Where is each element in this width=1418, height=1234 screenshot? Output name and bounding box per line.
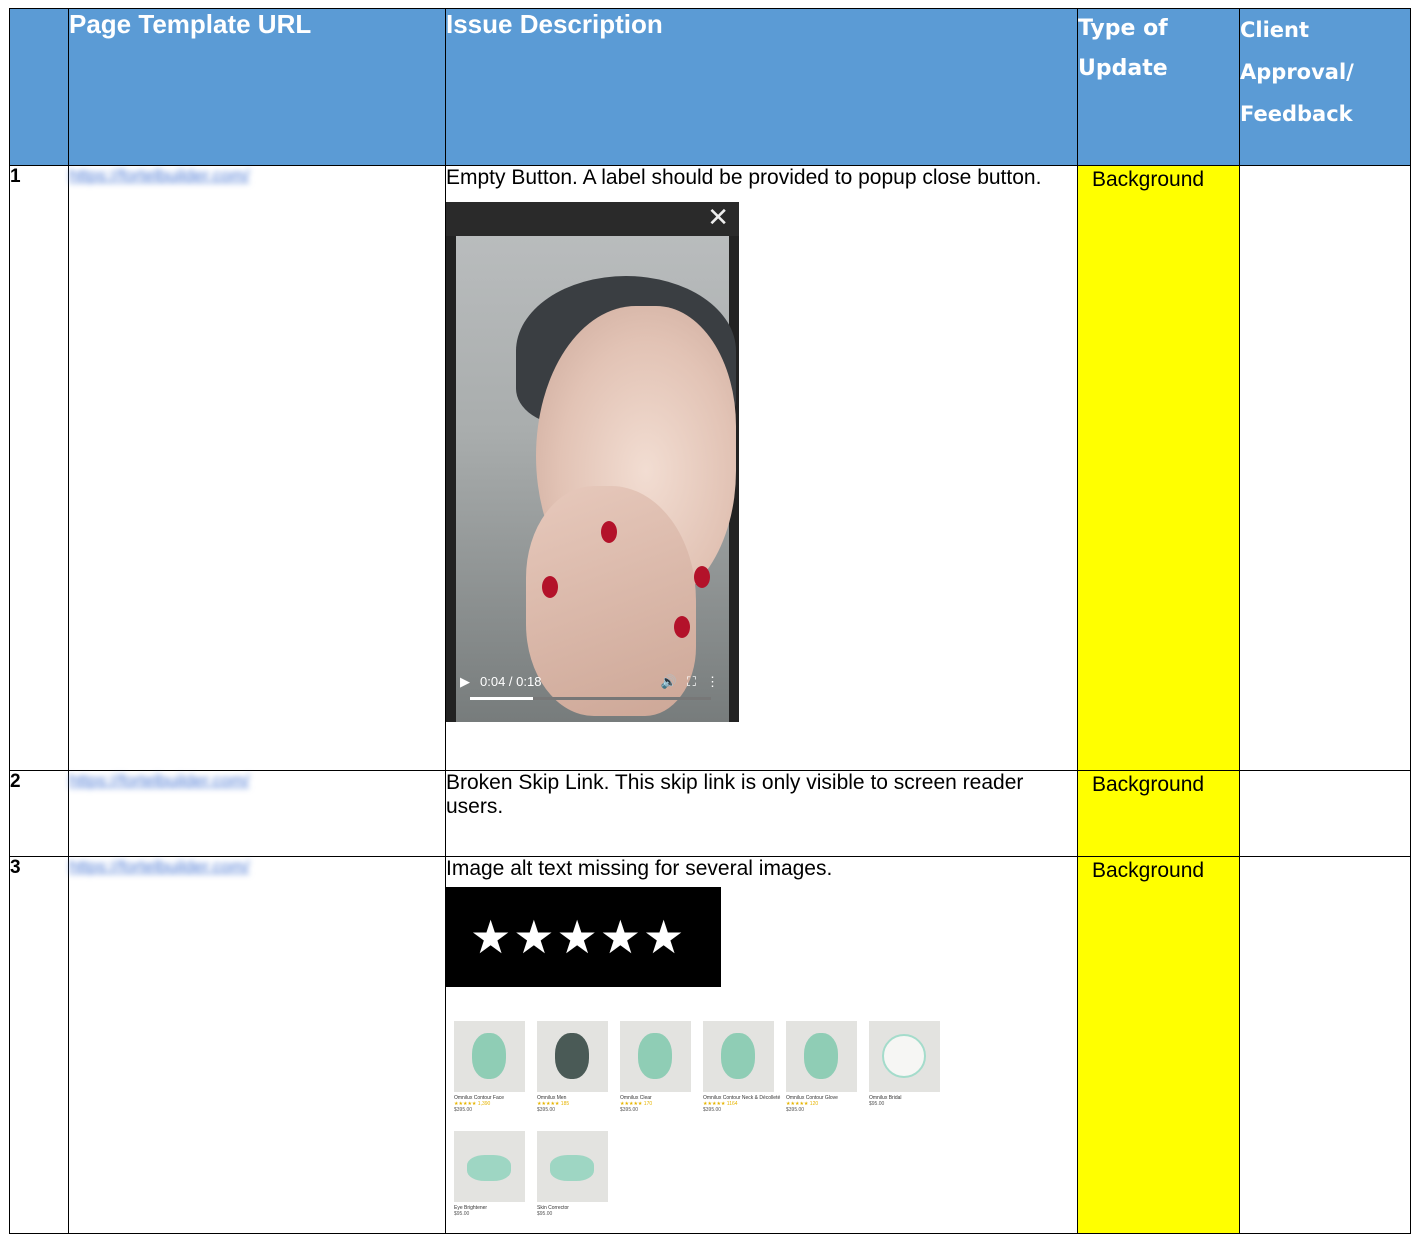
product-thumbnail-shape — [804, 1033, 838, 1079]
issue-description: Empty Button. A label should be provided… — [446, 166, 1042, 189]
header-type-line-1: Type of — [1078, 16, 1168, 41]
nail-shape — [674, 616, 690, 638]
product-price: $395.00 — [703, 1107, 722, 1113]
video-progress-bar[interactable] — [470, 697, 711, 700]
row-url-cell: https://fortelbuilder.com/ — [68, 770, 446, 857]
nail-shape — [542, 576, 558, 598]
table-row: 2 https://fortelbuilder.com/ Broken Skip… — [9, 770, 1411, 857]
header-issue-description: Issue Description — [445, 8, 1078, 166]
popup-top-bar — [446, 202, 739, 236]
product-price: $395.00 — [454, 1107, 473, 1113]
product-thumbnail-shape — [882, 1034, 926, 1078]
product-card[interactable]: Omnilux Men ★★★★★ 185 $395.00 — [537, 1021, 619, 1123]
more-options-icon[interactable]: ⋮ — [706, 670, 719, 694]
product-card[interactable]: Omnilux Contour Glove ★★★★★ 120 $395.00 — [786, 1021, 868, 1123]
row-number: 2 — [9, 770, 69, 857]
header-number — [9, 8, 69, 166]
product-card[interactable]: Omnilux Contour Face ★★★★★ 1,390 $395.00 — [454, 1021, 536, 1123]
product-thumbnail-shape — [638, 1033, 672, 1079]
page-url-link[interactable]: https://fortelbuilder.com/ — [69, 771, 249, 791]
product-card[interactable]: Skin Corrector $95.00 — [537, 1131, 619, 1233]
page-url-link[interactable]: https://fortelbuilder.com/ — [69, 857, 249, 877]
product-image — [537, 1021, 608, 1092]
row-description-cell: Broken Skip Link. This skip link is only… — [445, 770, 1078, 857]
row-client-feedback-cell — [1239, 856, 1411, 1234]
type-of-update: Background — [1078, 857, 1239, 883]
product-image — [786, 1021, 857, 1092]
row-client-feedback-cell — [1239, 770, 1411, 857]
table-row: 1 https://fortelbuilder.com/ Empty Butto… — [9, 165, 1411, 771]
header-row: Page Template URL Issue Description Type… — [9, 8, 1411, 166]
product-grid-screenshot: Omnilux Contour Face ★★★★★ 1,390 $395.00 Om… — [454, 1021, 1077, 1233]
row-client-feedback-cell — [1239, 165, 1411, 771]
issue-description: Broken Skip Link. This skip link is only… — [446, 771, 1024, 818]
product-price: $395.00 — [786, 1107, 805, 1113]
fullscreen-icon[interactable]: ⛶ — [687, 670, 696, 694]
product-price: $95.00 — [869, 1101, 885, 1107]
product-image — [454, 1021, 525, 1092]
audit-table: Page Template URL Issue Description Type… — [9, 8, 1411, 1234]
row-description-cell: Empty Button. A label should be provided… — [445, 165, 1078, 771]
product-thumbnail-shape — [721, 1033, 755, 1079]
row-url-cell: https://fortelbuilder.com/ — [68, 165, 446, 771]
product-thumbnail-shape — [550, 1155, 594, 1181]
table-row: 3 https://fortelbuilder.com/ Image alt t… — [9, 856, 1411, 1234]
row-type-cell: Background — [1077, 165, 1240, 771]
video-popup-screenshot: ✕ ▶ 0:04 / 0:18 🔊 ⛶ ⋮ — [446, 202, 739, 722]
type-of-update: Background — [1078, 166, 1239, 192]
video-controls: ▶ 0:04 / 0:18 🔊 ⛶ ⋮ — [460, 670, 719, 694]
header-type-line-2: Update — [1078, 56, 1168, 81]
row-type-cell: Background — [1077, 770, 1240, 857]
product-price: $95.00 — [454, 1211, 470, 1217]
star-rating-image: ★★★★★ — [446, 887, 721, 987]
play-icon[interactable]: ▶ — [460, 670, 470, 694]
product-price: $395.00 — [620, 1107, 639, 1113]
video-progress-fill — [470, 697, 533, 700]
product-image — [454, 1131, 525, 1202]
product-image — [703, 1021, 774, 1092]
product-card[interactable]: Omnilux Bridal $95.00 — [869, 1021, 951, 1123]
header-type-of-update: Type of Update — [1077, 8, 1240, 166]
close-icon[interactable]: ✕ — [707, 205, 729, 231]
product-thumbnail-shape — [555, 1033, 589, 1079]
type-of-update: Background — [1078, 771, 1239, 797]
nail-shape — [694, 566, 710, 588]
row-number: 3 — [9, 856, 69, 1234]
row-url-cell: https://fortelbuilder.com/ — [68, 856, 446, 1234]
product-image — [620, 1021, 691, 1092]
issue-description: Image alt text missing for several image… — [446, 857, 833, 880]
volume-icon[interactable]: 🔊 — [661, 670, 677, 694]
product-thumbnail-shape — [467, 1155, 511, 1181]
row-type-cell: Background — [1077, 856, 1240, 1234]
product-price: $95.00 — [537, 1211, 553, 1217]
product-card[interactable]: Omnilux Contour Neck & Décolleté ★★★★★ 11… — [703, 1021, 785, 1123]
product-card[interactable]: Eye Brightener $95.00 — [454, 1131, 536, 1233]
product-image — [537, 1131, 608, 1202]
header-page-template-url: Page Template URL — [68, 8, 446, 166]
header-client-line-2: Approval/ — [1240, 60, 1354, 84]
row-description-cell: Image alt text missing for several image… — [445, 856, 1078, 1234]
page-url-link[interactable]: https://fortelbuilder.com/ — [69, 166, 249, 186]
nail-shape — [601, 521, 617, 543]
row-number: 1 — [9, 165, 69, 771]
header-client-approval: Client Approval/ Feedback — [1239, 8, 1411, 166]
product-thumbnail-shape — [472, 1033, 506, 1079]
header-client-line-1: Client — [1240, 18, 1310, 42]
video-time: 0:04 / 0:18 — [480, 674, 542, 689]
product-image — [869, 1021, 940, 1092]
header-client-line-3: Feedback — [1240, 102, 1353, 126]
product-card[interactable]: Omnilux Clear ★★★★★ 170 $395.00 — [620, 1021, 702, 1123]
video-frame — [456, 236, 736, 722]
product-price: $395.00 — [537, 1107, 556, 1113]
